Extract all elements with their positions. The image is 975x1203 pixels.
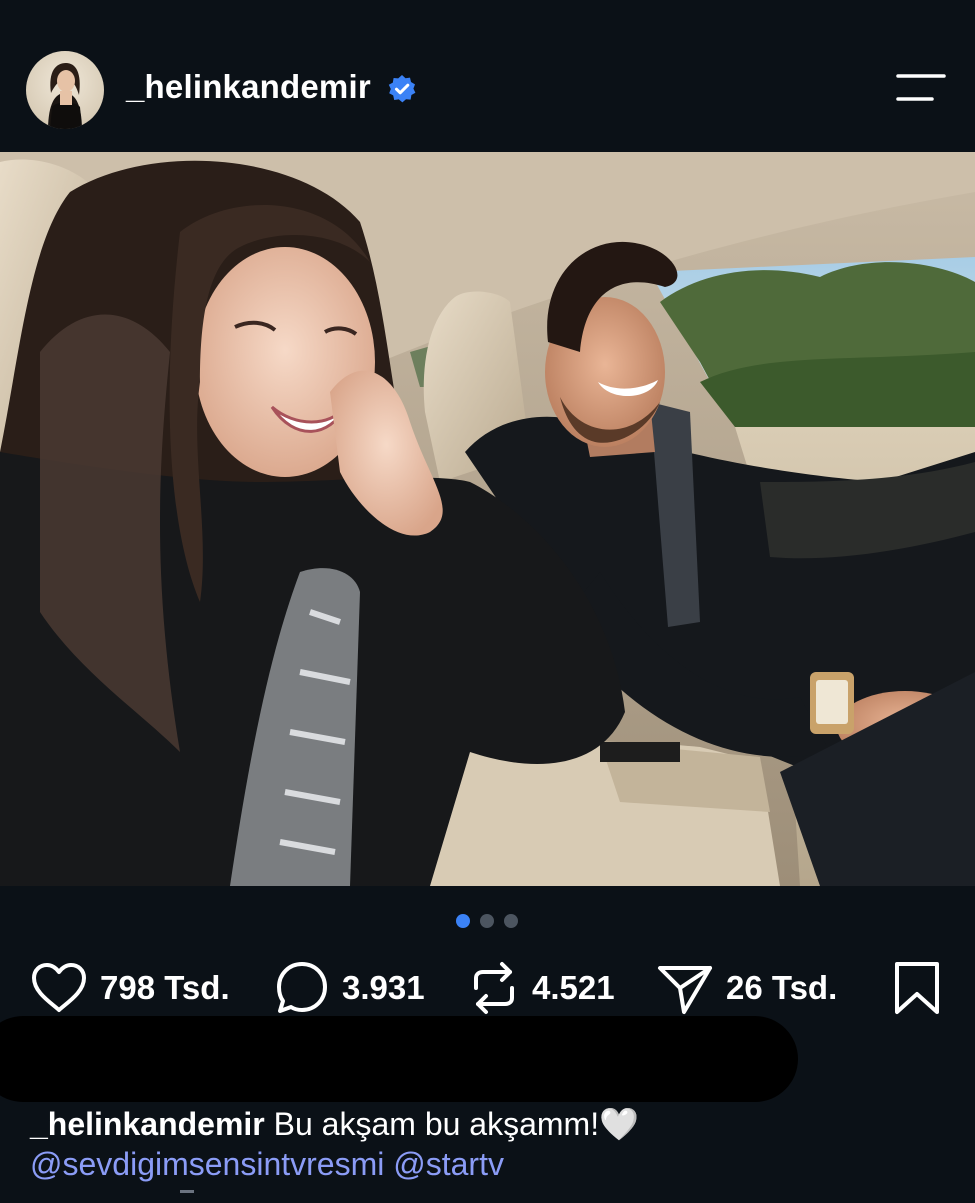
repost-button[interactable]: 4.521	[468, 955, 615, 1021]
send-icon	[658, 966, 712, 1014]
carousel-dot-active[interactable]	[456, 914, 470, 928]
redaction-bar	[0, 1016, 798, 1102]
comment-count: 3.931	[342, 969, 425, 1006]
caption-text: Bu akşam bu akşamm!	[273, 1106, 600, 1142]
mention-link[interactable]: @startv	[393, 1146, 504, 1182]
avatar[interactable]	[26, 51, 104, 129]
share-count: 26 Tsd.	[726, 969, 838, 1006]
carousel-dot[interactable]	[504, 914, 518, 928]
comment-button[interactable]: 3.931	[274, 955, 425, 1021]
save-button[interactable]	[893, 955, 941, 1021]
post-image[interactable]	[0, 152, 975, 886]
like-button[interactable]: 798 Tsd.	[30, 955, 230, 1021]
mention-link[interactable]: @sevdigimsensintvresmi	[30, 1146, 384, 1182]
caption-username[interactable]: _helinkandemir	[30, 1106, 265, 1142]
repost-count: 4.521	[532, 969, 615, 1006]
action-bar: 798 Tsd. 3.931 4.521 26 Tsd.	[0, 955, 975, 1021]
share-button[interactable]: 26 Tsd.	[656, 955, 837, 1021]
like-count: 798 Tsd.	[100, 969, 230, 1006]
username[interactable]: _helinkandemir	[126, 68, 371, 106]
bookmark-icon	[895, 962, 939, 1014]
heart-icon	[32, 963, 86, 1012]
repost-icon	[474, 962, 514, 1014]
comment-icon	[277, 962, 327, 1013]
carousel-dot[interactable]	[480, 914, 494, 928]
next-line-peek	[180, 1190, 194, 1203]
white-heart-emoji: 🤍	[599, 1105, 639, 1143]
verified-badge-icon	[388, 75, 416, 103]
post-caption: _helinkandemir Bu akşam bu akşamm!🤍	[30, 1104, 960, 1144]
menu-icon[interactable]	[896, 72, 946, 104]
caption-mentions: @sevdigimsensintvresmi @startv	[30, 1144, 504, 1184]
post-header: _helinkandemir	[0, 0, 975, 152]
